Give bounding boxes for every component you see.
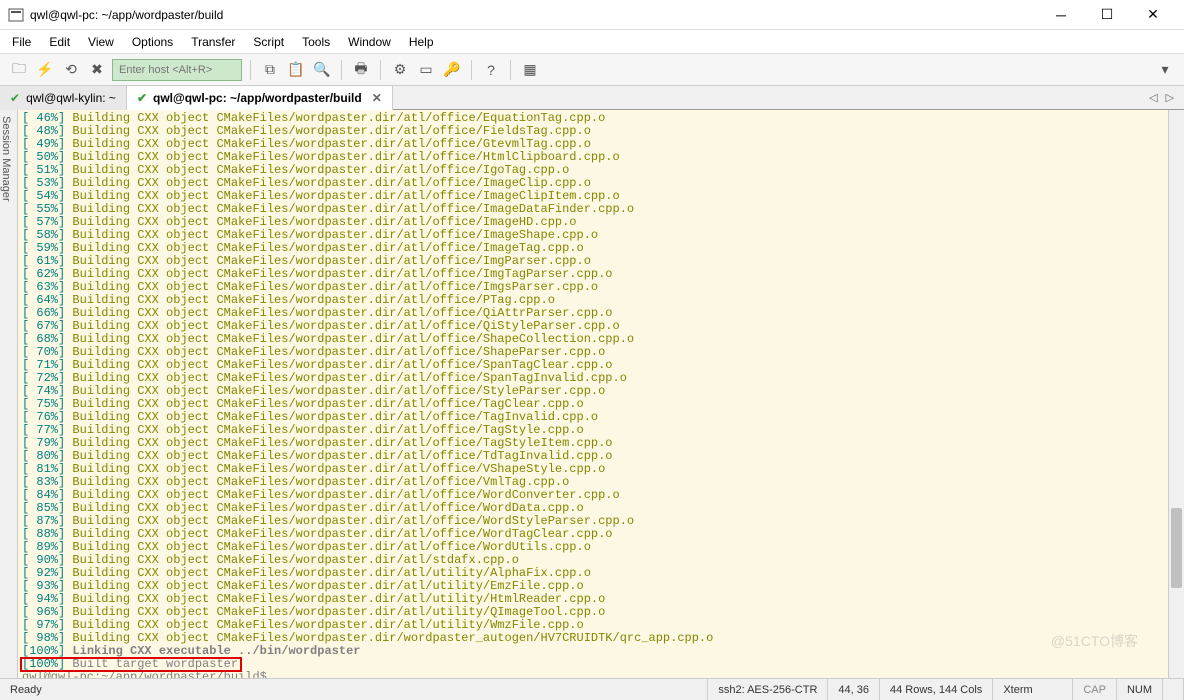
- status-size: 44 Rows, 144 Cols: [880, 679, 993, 700]
- menu-transfer[interactable]: Transfer: [191, 35, 235, 49]
- gear-icon[interactable]: ⚙: [389, 59, 411, 81]
- terminal-prompt: qwl@qwl-pc:~/app/wordpaster/build$: [22, 671, 1164, 678]
- menubar: File Edit View Options Transfer Script T…: [0, 30, 1184, 54]
- reconnect-icon[interactable]: ⟲: [60, 59, 82, 81]
- toolbar: 🗀 ⚡ ⟲ ✖ ⧉ 📋 🔍 🖶 ⚙ ▭ 🔑 ? ▦ ▾: [0, 54, 1184, 86]
- tab-prev-icon[interactable]: ◁: [1149, 91, 1157, 104]
- disconnect-icon[interactable]: ✖: [86, 59, 108, 81]
- status-num: NUM: [1117, 679, 1163, 700]
- statusbar: Ready ssh2: AES-256-CTR 44, 36 44 Rows, …: [0, 678, 1184, 700]
- tab-next-icon[interactable]: ▷: [1166, 91, 1174, 104]
- menu-tools[interactable]: Tools: [302, 35, 330, 49]
- host-input[interactable]: [112, 59, 242, 81]
- find-icon[interactable]: 🔍: [311, 59, 333, 81]
- server-icon[interactable]: ▭: [415, 59, 437, 81]
- window-controls: ─ ☐ ✕: [1038, 0, 1176, 30]
- toolbar-separator: [341, 60, 342, 80]
- menu-script[interactable]: Script: [253, 35, 284, 49]
- status-blank: [1163, 679, 1184, 700]
- status-cursor: 44, 36: [828, 679, 880, 700]
- session-manager-tab[interactable]: Session Manager: [0, 110, 18, 678]
- tab-nav: ◁ ▷: [1139, 91, 1184, 104]
- toolbar-separator: [250, 60, 251, 80]
- status-ready: Ready: [0, 679, 708, 700]
- copy-icon[interactable]: ⧉: [259, 59, 281, 81]
- terminal-output[interactable]: [ 46%] Building CXX object CMakeFiles/wo…: [18, 110, 1168, 678]
- check-icon: ✔: [10, 91, 20, 105]
- check-icon: ✔: [137, 91, 147, 105]
- app-icon: [8, 7, 24, 23]
- status-term: Xterm: [993, 679, 1073, 700]
- menu-file[interactable]: File: [12, 35, 31, 49]
- close-icon[interactable]: ✕: [372, 91, 382, 105]
- quick-connect-icon[interactable]: ⚡: [34, 59, 56, 81]
- menu-options[interactable]: Options: [132, 35, 173, 49]
- tab-label: qwl@qwl-kylin: ~: [26, 91, 116, 105]
- tab-session-2[interactable]: ✔ qwl@qwl-pc: ~/app/wordpaster/build ✕: [127, 86, 393, 110]
- grid-icon[interactable]: ▦: [519, 59, 541, 81]
- tabbar: ✔ qwl@qwl-kylin: ~ ✔ qwl@qwl-pc: ~/app/w…: [0, 86, 1184, 110]
- menu-view[interactable]: View: [88, 35, 114, 49]
- toolbar-separator: [380, 60, 381, 80]
- key-icon[interactable]: 🔑: [441, 59, 463, 81]
- tab-session-1[interactable]: ✔ qwl@qwl-kylin: ~: [0, 86, 127, 110]
- watermark: @51CTO博客: [1051, 635, 1138, 648]
- titlebar: qwl@qwl-pc: ~/app/wordpaster/build ─ ☐ ✕: [0, 0, 1184, 30]
- vertical-scrollbar[interactable]: [1168, 110, 1184, 678]
- toolbar-separator: [510, 60, 511, 80]
- minimize-button[interactable]: ─: [1038, 0, 1084, 30]
- status-connection: ssh2: AES-256-CTR: [708, 679, 828, 700]
- paste-icon[interactable]: 📋: [285, 59, 307, 81]
- maximize-button[interactable]: ☐: [1084, 0, 1130, 30]
- dropdown-icon[interactable]: ▾: [1154, 59, 1176, 81]
- close-button[interactable]: ✕: [1130, 0, 1176, 30]
- toolbar-separator: [471, 60, 472, 80]
- folder-icon[interactable]: 🗀: [8, 59, 30, 81]
- menu-window[interactable]: Window: [348, 35, 391, 49]
- print-icon[interactable]: 🖶: [350, 59, 372, 81]
- main-area: Session Manager [ 46%] Building CXX obje…: [0, 110, 1184, 678]
- menu-edit[interactable]: Edit: [49, 35, 70, 49]
- tab-label: qwl@qwl-pc: ~/app/wordpaster/build: [153, 91, 362, 105]
- scroll-thumb[interactable]: [1171, 508, 1182, 588]
- status-cap: CAP: [1073, 679, 1117, 700]
- menu-help[interactable]: Help: [409, 35, 434, 49]
- window-title: qwl@qwl-pc: ~/app/wordpaster/build: [30, 8, 1038, 22]
- help-icon[interactable]: ?: [480, 59, 502, 81]
